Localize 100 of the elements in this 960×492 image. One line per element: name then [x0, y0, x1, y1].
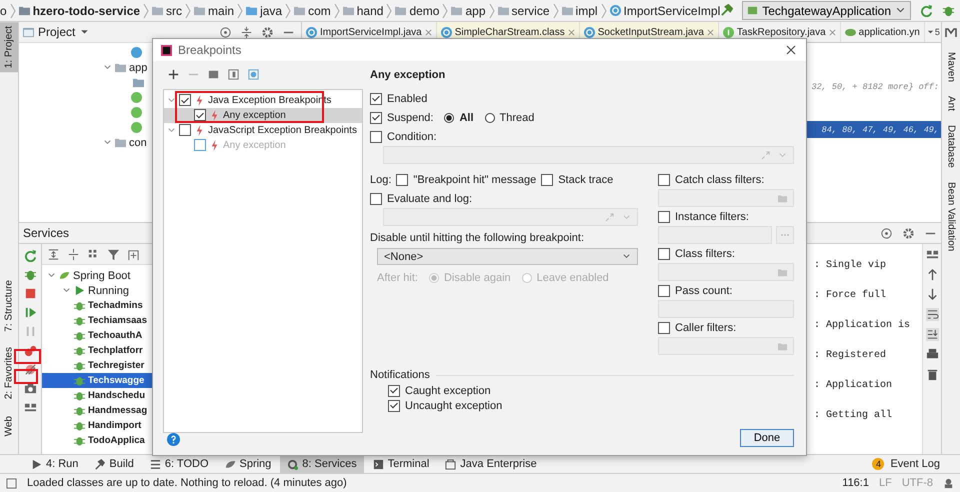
checkbox-label[interactable]: Suspend: [387, 112, 434, 124]
filter-icon[interactable] [107, 248, 120, 260]
trash-icon[interactable] [926, 368, 938, 381]
tree-item[interactable]: Running [88, 284, 129, 296]
breadcrumb-item[interactable]: com [294, 4, 331, 18]
rerun-icon[interactable] [920, 4, 933, 17]
tool-window-tab[interactable]: 6: TODO [142, 455, 216, 473]
scroll-to-end-icon[interactable] [926, 328, 938, 341]
checkbox-label[interactable]: Evaluate and log: [387, 192, 472, 204]
arrow-down-icon[interactable] [926, 288, 938, 301]
tree-item[interactable]: app [129, 62, 148, 74]
chevron-icon[interactable] [167, 126, 176, 135]
locate-icon[interactable] [880, 226, 893, 240]
breakpoints-icon[interactable] [24, 344, 36, 357]
caret-position[interactable]: 116:1 [842, 477, 869, 489]
checkbox-label[interactable]: Class filters: [675, 248, 735, 260]
tree-row[interactable]: TechoauthA [42, 328, 154, 343]
tool-window-tab[interactable]: 1: Project [0, 22, 18, 72]
tool-window-tab[interactable]: Build [87, 455, 141, 473]
checkbox[interactable] [388, 384, 400, 396]
radio-label[interactable]: Thread [500, 112, 534, 124]
tool-window-tab[interactable]: 2: Favorites [0, 343, 18, 404]
tool-window-tab[interactable]: Database [946, 125, 956, 168]
breadcrumb-item[interactable]: src [152, 4, 182, 18]
arrow-up-icon[interactable] [926, 268, 938, 281]
checkbox-label[interactable]: Caller filters: [675, 322, 736, 334]
checkbox[interactable] [658, 248, 670, 260]
bug-icon[interactable] [24, 268, 36, 281]
radio-button[interactable] [444, 112, 454, 122]
stop-icon[interactable] [24, 287, 36, 300]
chevron-icon[interactable] [103, 63, 112, 72]
checkbox[interactable] [179, 94, 191, 106]
print-icon[interactable] [926, 348, 938, 361]
tree-item[interactable]: Spring Boot [73, 270, 130, 282]
chevron-icon[interactable] [47, 271, 56, 280]
tree-row[interactable]: Techregister [42, 358, 154, 373]
checkbox[interactable] [370, 92, 382, 104]
checkbox[interactable] [658, 210, 670, 222]
radio-button[interactable] [484, 112, 495, 122]
panel-toggle-icon[interactable] [6, 478, 17, 488]
checkbox[interactable] [658, 322, 670, 334]
breadcrumb-item[interactable]: impl [562, 4, 598, 18]
help-icon[interactable] [167, 433, 180, 446]
tree-row[interactable]: Techiamsaas [42, 313, 154, 328]
breadcrumb-item[interactable]: service [498, 4, 550, 18]
breakpoint-dropdown[interactable]: <None> [377, 248, 638, 265]
breadcrumb-item[interactable]: hand [342, 4, 384, 18]
tree-row[interactable]: Any exception [164, 108, 362, 123]
tree-row[interactable]: Handschedu [42, 388, 154, 403]
chevron-icon[interactable] [167, 96, 176, 105]
group-by-file-icon[interactable] [227, 68, 240, 82]
tool-window-tab[interactable]: Maven [946, 52, 956, 82]
filter-field[interactable] [658, 189, 794, 207]
checkbox-label[interactable]: Instance filters: [675, 210, 749, 222]
mute-breakpoints-icon[interactable] [24, 363, 36, 376]
expand-all-icon[interactable] [47, 248, 60, 260]
panel-title[interactable]: Project [23, 25, 90, 39]
tree-row[interactable]: Handimport [42, 418, 154, 433]
breadcrumb-item[interactable]: demo [395, 4, 440, 18]
tree-row[interactable]: TodoApplica [42, 433, 154, 448]
breadcrumb-item[interactable]: o [0, 4, 7, 18]
settings-icon[interactable] [902, 226, 915, 240]
checkbox[interactable] [194, 109, 206, 122]
bug-icon[interactable] [942, 4, 955, 17]
layout-icon[interactable] [24, 401, 36, 414]
checkbox[interactable] [388, 400, 400, 412]
chevron-icon[interactable] [103, 138, 112, 147]
layout-icon[interactable] [926, 248, 938, 261]
radio-label[interactable]: All [459, 112, 474, 124]
camera-icon[interactable] [24, 382, 36, 395]
breadcrumb-item[interactable]: java [246, 4, 282, 18]
checkbox[interactable] [396, 174, 408, 186]
tree-row[interactable]: Techswagge [42, 373, 154, 388]
tool-window-tab[interactable]: 4: Run [24, 455, 86, 473]
collapse-all-icon[interactable] [67, 248, 80, 260]
event-log-tab[interactable]: Event Log [886, 458, 960, 470]
tree-item[interactable]: Any exception [223, 110, 286, 121]
checkbox[interactable] [370, 112, 382, 124]
tree-row[interactable]: Techadmins [42, 298, 154, 313]
tool-window-tab[interactable]: 8: Services [280, 455, 364, 473]
checkbox[interactable] [541, 174, 554, 186]
done-button[interactable]: Done [740, 429, 794, 447]
breadcrumb-item[interactable]: main [194, 4, 234, 18]
tool-window-tab[interactable]: Ant [946, 96, 956, 112]
checkbox[interactable] [658, 284, 670, 296]
settings-icon[interactable] [261, 26, 274, 38]
breadcrumb-item[interactable]: app [451, 4, 486, 18]
breadcrumb-item[interactable]: ImportServiceImpl [610, 4, 720, 18]
chevron-icon[interactable] [62, 286, 71, 295]
filter-field[interactable] [658, 337, 794, 355]
soft-wrap-icon[interactable] [926, 308, 938, 321]
tool-window-tab[interactable]: Web [0, 412, 18, 440]
hammer-icon[interactable] [720, 4, 734, 17]
tree-row[interactable]: Techplatforr [42, 343, 154, 358]
checkbox[interactable] [370, 130, 382, 142]
checkbox[interactable] [370, 192, 382, 204]
tool-window-tab[interactable]: 7: Structure [0, 276, 18, 336]
checkbox-label[interactable]: Uncaught exception [405, 400, 502, 412]
checkbox-label[interactable]: Caught exception [405, 384, 491, 396]
checkbox-label[interactable]: Catch class filters: [675, 174, 764, 186]
